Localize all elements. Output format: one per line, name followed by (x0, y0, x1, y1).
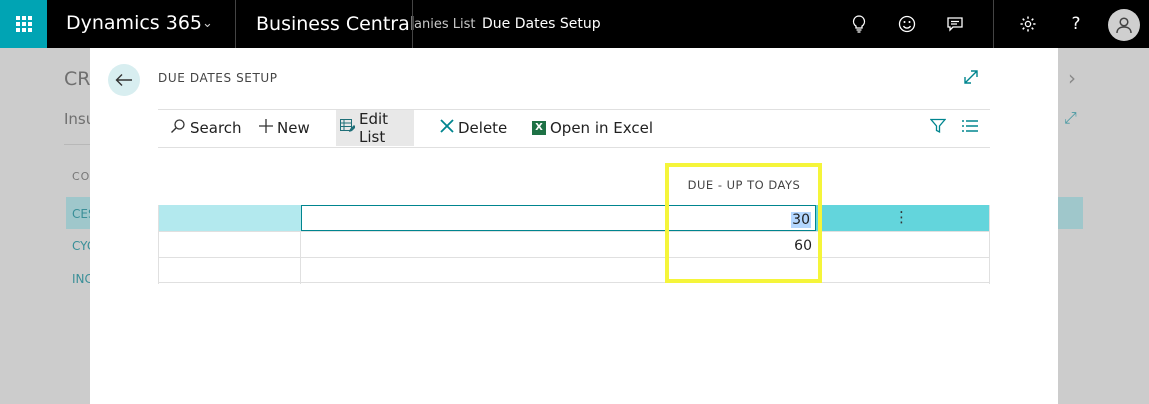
divider (412, 0, 413, 48)
background-page-title: CR (64, 68, 91, 90)
due-up-to-days-cell[interactable]: 30 (669, 205, 816, 231)
table-cell (816, 232, 990, 258)
plus-icon (259, 119, 273, 137)
edit-list-button[interactable]: Edit List (336, 110, 414, 146)
delete-icon (440, 119, 454, 137)
arrow-left-icon (115, 74, 132, 86)
due-up-to-days-value: 30 (791, 212, 811, 228)
edit-list-icon (340, 119, 356, 137)
due-up-to-days-cell[interactable]: 60 (669, 232, 816, 258)
brand-name[interactable]: Dynamics 365 (66, 12, 202, 34)
due-dates-setup-dialog: DUE DATES SETUP Search New Edit List Del… (90, 48, 1058, 404)
smiley-icon[interactable] (897, 14, 917, 34)
user-icon (1116, 17, 1132, 34)
delete-label: Delete (458, 119, 508, 137)
app-launcher-button[interactable] (0, 0, 47, 48)
row-selector-cell[interactable] (158, 258, 301, 284)
chat-icon[interactable] (945, 14, 965, 34)
table-cell[interactable] (301, 205, 669, 231)
column-header-due-up-to-days[interactable]: DUE - UP TO DAYS (678, 178, 810, 192)
help-icon[interactable]: ? (1066, 14, 1086, 34)
delete-button[interactable]: Delete (436, 110, 511, 146)
divider (993, 0, 994, 48)
filter-icon[interactable] (929, 118, 947, 138)
lightbulb-icon[interactable] (849, 14, 869, 34)
table-row[interactable] (158, 257, 990, 284)
list-view-icon[interactable] (962, 118, 978, 137)
table-row[interactable]: 60 (158, 231, 990, 258)
due-up-to-days-cell[interactable] (669, 258, 816, 284)
breadcrumb-current: Due Dates Setup (482, 16, 601, 32)
breadcrumb-previous[interactable]: anies List (414, 17, 475, 32)
chevron-right-icon: › (1068, 66, 1076, 90)
row-selector-cell[interactable] (158, 232, 301, 258)
expand-icon[interactable] (963, 69, 979, 90)
chevron-down-icon[interactable]: ⌄ (202, 16, 213, 31)
table-row[interactable]: 30 ⋮ (158, 205, 990, 231)
background-selected-row (1058, 197, 1083, 229)
open-in-excel-button[interactable]: X Open in Excel (528, 110, 657, 146)
app-name[interactable]: Business Central (256, 13, 415, 35)
open-in-excel-label: Open in Excel (550, 119, 654, 137)
top-navigation-bar: Dynamics 365 ⌄ Business Central anies Li… (0, 0, 1149, 48)
divider (64, 144, 90, 145)
waffle-icon (15, 16, 32, 32)
table-cell[interactable] (301, 232, 669, 258)
back-button[interactable] (108, 64, 140, 96)
excel-icon: X (532, 121, 546, 135)
user-avatar[interactable] (1108, 9, 1140, 41)
expand-icon: ⤢ (1064, 108, 1077, 127)
search-label: Search (190, 119, 242, 137)
divider (235, 0, 236, 48)
new-label: New (277, 119, 310, 137)
table-cell (816, 258, 990, 284)
more-options-icon[interactable]: ⋮ (894, 208, 909, 226)
divider (158, 147, 990, 148)
background-list-item: CES (66, 197, 90, 229)
search-icon (170, 118, 186, 138)
background-list-item: CYC (72, 239, 90, 253)
row-selector-cell[interactable] (158, 205, 301, 231)
table-cell[interactable] (301, 258, 669, 284)
edit-list-label: Edit List (359, 110, 389, 146)
background-list-item: INC (72, 272, 90, 286)
new-button[interactable]: New (255, 110, 314, 146)
page-title: DUE DATES SETUP (158, 71, 278, 85)
search-button[interactable]: Search (166, 110, 246, 146)
background-column-header: CO (72, 170, 91, 183)
gear-icon[interactable] (1018, 14, 1038, 34)
